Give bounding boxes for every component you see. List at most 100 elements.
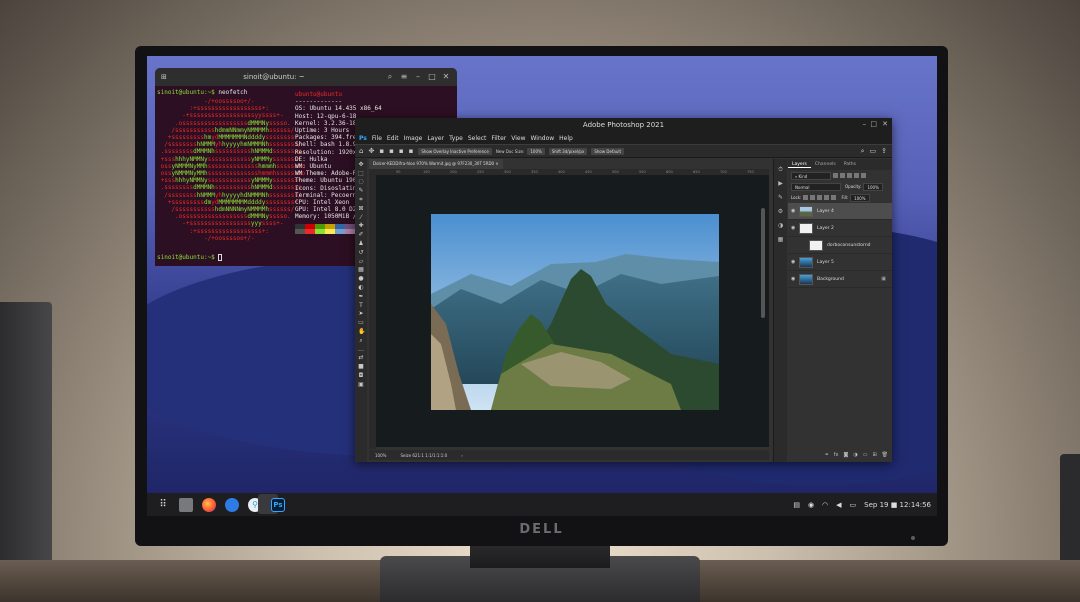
color-swatches-icon[interactable]: ■ <box>358 364 364 370</box>
frame-tool-icon[interactable]: ⊠ <box>358 205 364 212</box>
layer-row[interactable]: dorboconsunstornd <box>788 237 892 254</box>
menu-type[interactable]: Type <box>449 135 463 142</box>
eye-icon[interactable]: ◉ <box>791 276 797 282</box>
workspace-icon[interactable]: ▭ <box>870 147 877 155</box>
zoom-level[interactable]: 100% <box>375 453 386 458</box>
swatches-icon[interactable]: ▦ <box>778 237 784 243</box>
fx-icon[interactable]: fx <box>834 452 839 458</box>
blur-tool-icon[interactable]: ● <box>358 276 364 282</box>
photoshop-window[interactable]: Adobe Photoshop 2021 – □ ✕ Ps File Edit … <box>355 118 892 462</box>
trash-icon[interactable]: 🗑 <box>882 452 888 458</box>
menu-select[interactable]: Select <box>468 135 487 142</box>
filter-pixel-icon[interactable] <box>833 173 838 178</box>
screen-mode-icon[interactable]: ▣ <box>358 381 364 388</box>
type-tool-icon[interactable]: T <box>358 302 364 309</box>
blend-mode-select[interactable]: Normal <box>791 182 841 191</box>
app-grid-icon[interactable]: ⠿ <box>156 498 170 512</box>
align-icon[interactable]: ▪ <box>379 147 384 155</box>
filter-shape-icon[interactable] <box>854 173 859 178</box>
minimize-icon[interactable]: – <box>863 120 867 128</box>
tab-paths[interactable]: Paths <box>840 162 860 167</box>
menu-file[interactable]: File <box>372 135 382 142</box>
filter-smart-icon[interactable] <box>861 173 866 178</box>
menu-icon[interactable]: ≡ <box>399 72 409 82</box>
photoshop-taskbar-icon[interactable]: Ps <box>271 497 285 512</box>
volume-icon[interactable]: ◀ <box>836 501 841 509</box>
menu-filter[interactable]: Filter <box>491 135 506 142</box>
firefox-icon[interactable] <box>202 497 216 512</box>
healing-brush-icon[interactable]: ✚ <box>358 223 364 229</box>
clock[interactable]: Sep 19 ■ 12:14:56 <box>864 501 931 509</box>
search-icon[interactable]: ⌕ <box>861 147 865 156</box>
adjustment-layer-icon[interactable]: ◑ <box>853 452 857 458</box>
eye-icon[interactable]: ◉ <box>791 225 797 231</box>
fill-field[interactable]: 100% <box>850 193 870 202</box>
history-brush-icon[interactable]: ↺ <box>358 249 364 256</box>
status-arrow-icon[interactable]: › <box>461 453 463 458</box>
crop-tool-icon[interactable]: ⌗ <box>358 196 364 203</box>
show-default-button[interactable]: Show Default <box>591 147 625 155</box>
zoom-tool-icon[interactable]: ⌕ <box>358 337 364 344</box>
gradient-tool-icon[interactable]: ▦ <box>358 267 364 273</box>
lasso-tool-icon[interactable]: ◌ <box>358 179 364 185</box>
lock-paint-icon[interactable] <box>810 195 816 200</box>
mail-icon[interactable] <box>225 497 239 512</box>
align-icon[interactable]: ▪ <box>389 147 394 155</box>
eraser-tool-icon[interactable]: ▱ <box>358 258 364 265</box>
maximize-icon[interactable]: □ <box>427 72 437 82</box>
eye-icon[interactable]: ◉ <box>791 259 797 265</box>
quick-mask-icon[interactable]: ◘ <box>358 372 364 379</box>
more-tools-icon[interactable]: … <box>358 346 364 353</box>
lock-artboard-icon[interactable] <box>824 195 830 200</box>
eye-icon[interactable]: ◉ <box>791 208 797 214</box>
ps-logo-icon[interactable]: Ps <box>359 135 367 142</box>
settings-icon[interactable]: ◉ <box>808 501 814 509</box>
photoshop-titlebar[interactable]: Adobe Photoshop 2021 – □ ✕ <box>355 118 892 132</box>
menu-edit[interactable]: Edit <box>387 135 399 142</box>
eyedropper-icon[interactable]: ⁄ <box>358 214 364 221</box>
lock-icon[interactable]: ▣ <box>881 276 886 282</box>
properties-icon[interactable]: ⚙ <box>778 209 784 215</box>
brush-tool-icon[interactable]: ✐ <box>358 232 364 238</box>
swap-colors-icon[interactable]: ⇄ <box>358 355 364 361</box>
close-icon[interactable]: ✕ <box>441 72 451 82</box>
maximize-icon[interactable]: □ <box>870 120 877 128</box>
link-layers-icon[interactable]: ⚭ <box>825 452 829 458</box>
new-layer-icon[interactable]: ⊞ <box>872 452 876 458</box>
menu-layer[interactable]: Layer <box>427 135 444 142</box>
battery-icon[interactable]: ▭ <box>850 501 857 509</box>
opacity-field[interactable]: 100% <box>863 182 883 191</box>
close-icon[interactable]: ✕ <box>882 120 888 128</box>
filter-adjust-icon[interactable] <box>840 173 845 178</box>
minimize-icon[interactable]: – <box>413 72 423 82</box>
search-icon[interactable]: ⌕ <box>385 72 395 82</box>
menu-help[interactable]: Help <box>559 135 573 142</box>
home-icon[interactable]: ⌂ <box>359 147 363 155</box>
document-tab[interactable]: Dolcer-KEDDifra-hloo 970% Warmit.jpg @ 9… <box>369 159 503 169</box>
quick-select-icon[interactable]: ✎ <box>358 188 364 194</box>
menu-window[interactable]: Window <box>530 135 554 142</box>
pen-tool-icon[interactable]: ✒ <box>358 293 364 300</box>
hand-tool-icon[interactable]: ✋ <box>358 328 365 335</box>
filter-type-icon[interactable] <box>847 173 852 178</box>
move-tool-icon[interactable]: ✥ <box>368 147 374 155</box>
share-icon[interactable]: ⇪ <box>881 147 887 155</box>
menu-image[interactable]: Image <box>404 135 423 142</box>
terminal-titlebar[interactable]: ⊞ sinoit@ubuntu: ~ ⌕ ≡ – □ ✕ <box>155 68 457 86</box>
shape-tool-icon[interactable]: ▭ <box>358 320 364 326</box>
overlay-option[interactable]: Show Overlay Inactive Preference <box>418 147 492 155</box>
lock-move-icon[interactable] <box>817 195 823 200</box>
layer-row[interactable]: ◉ Layer 2 <box>788 220 892 237</box>
doc-size-field[interactable]: 100% <box>527 147 545 155</box>
document-canvas[interactable] <box>376 175 769 447</box>
align-icon[interactable]: ▪ <box>409 147 414 155</box>
tab-layers[interactable]: Layers <box>788 162 811 168</box>
group-icon[interactable]: ▭ <box>863 452 868 458</box>
files-icon[interactable] <box>179 497 193 512</box>
kind-filter[interactable]: ⌕ Kind <box>791 171 831 180</box>
brush-settings-icon[interactable]: ✎ <box>778 195 784 201</box>
align-icon[interactable]: ▪ <box>399 147 404 155</box>
wifi-icon[interactable]: ◠ <box>822 501 828 509</box>
lock-all-icon[interactable] <box>831 195 837 200</box>
adjustments-icon[interactable]: ◑ <box>778 223 784 229</box>
